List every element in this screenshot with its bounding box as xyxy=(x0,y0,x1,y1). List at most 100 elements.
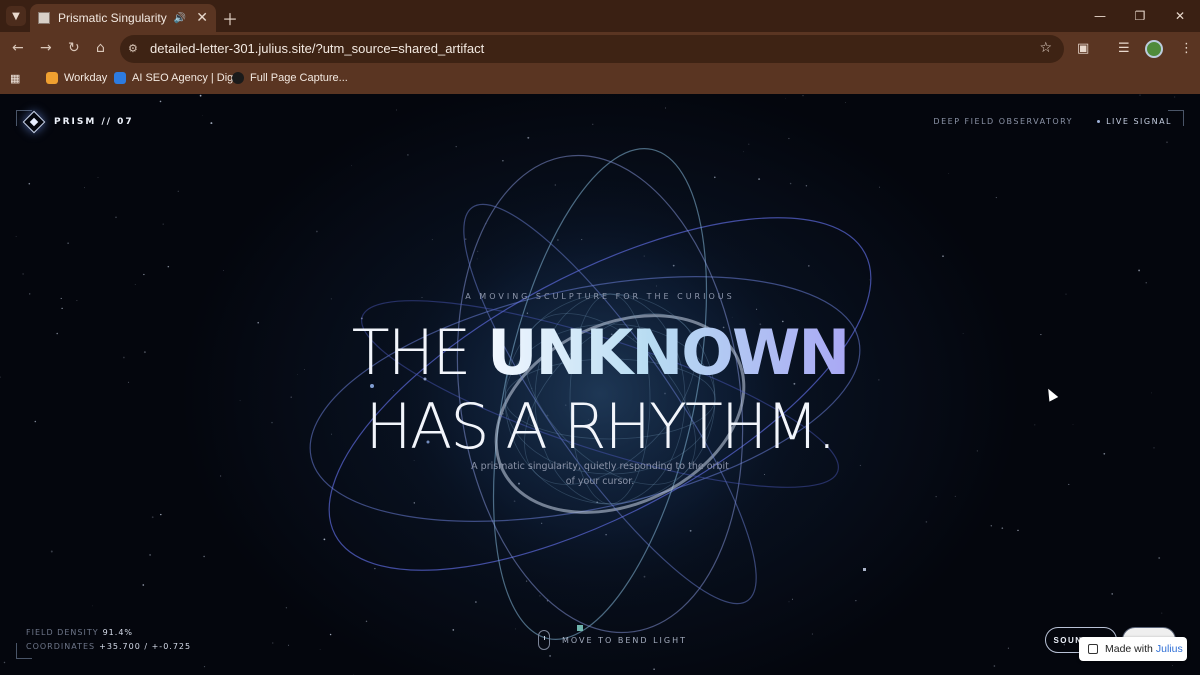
star xyxy=(1172,665,1173,666)
star xyxy=(758,178,761,181)
star xyxy=(714,176,716,179)
bookmark-ai-seo[interactable]: AI SEO Agency | Dig... xyxy=(114,72,242,84)
hero-subtitle: A prismatic singularity, quietly respond… xyxy=(471,461,729,487)
star xyxy=(223,270,224,271)
star xyxy=(942,255,944,257)
made-with-badge[interactable]: Made with Julius xyxy=(1079,637,1187,661)
made-with-text: Made with Julius xyxy=(1105,643,1183,655)
window-controls: — ❐ ✕ xyxy=(1080,0,1200,32)
star xyxy=(288,644,290,646)
headline-lead: THE xyxy=(351,316,472,389)
restore-icon[interactable]: ❐ xyxy=(1120,0,1160,32)
close-icon[interactable]: ✕ xyxy=(1160,0,1200,32)
star xyxy=(3,661,6,664)
brand-text: PRISM // 07 xyxy=(54,117,134,127)
media-icon[interactable]: ☰ xyxy=(1118,41,1130,56)
star xyxy=(549,654,552,657)
tab-favicon-icon xyxy=(38,12,50,24)
star xyxy=(592,123,594,125)
star xyxy=(159,100,162,103)
star xyxy=(203,665,206,668)
url-text[interactable]: detailed-letter-301.julius.site/?utm_sou… xyxy=(150,41,484,56)
star xyxy=(452,629,455,631)
star xyxy=(527,136,530,139)
menu-icon[interactable]: ⋮ xyxy=(1180,41,1193,56)
field-density-row: FIELD DENSITY 91.4% xyxy=(26,626,191,640)
star xyxy=(1161,612,1163,614)
star xyxy=(162,223,164,225)
star xyxy=(748,143,750,145)
back-icon[interactable]: ← xyxy=(12,40,24,56)
star xyxy=(789,182,792,185)
field-density-label: FIELD DENSITY xyxy=(26,628,99,637)
live-dot-icon xyxy=(1097,120,1101,123)
bookmark-full-page-capture[interactable]: Full Page Capture... xyxy=(232,72,348,84)
star xyxy=(993,665,996,667)
star xyxy=(869,279,871,281)
profile-avatar[interactable] xyxy=(1145,40,1163,58)
star xyxy=(455,145,457,148)
made-with-prefix: Made with xyxy=(1105,643,1153,655)
browser-tab[interactable]: Prismatic Singularity 🔊 ✕ xyxy=(30,4,216,32)
star xyxy=(859,464,861,466)
apps-icon[interactable]: ▦ xyxy=(10,72,20,85)
star xyxy=(272,642,274,644)
interaction-hint: MOVE TO BEND LIGHT xyxy=(538,630,687,650)
star xyxy=(134,284,136,285)
star xyxy=(84,187,85,189)
page-canvas[interactable]: PRISM // 07 DEEP FIELD OBSERVATORY LIVE … xyxy=(0,94,1200,675)
star xyxy=(199,94,202,97)
star xyxy=(990,525,992,527)
tab-menu-icon[interactable]: ▼ xyxy=(6,6,26,26)
star xyxy=(374,567,376,570)
minimize-icon[interactable]: — xyxy=(1080,0,1120,32)
extensions-icon[interactable]: ▣ xyxy=(1077,41,1089,56)
forward-icon[interactable]: → xyxy=(40,40,52,56)
coordinates-value: +35.700 / +-0.725 xyxy=(99,642,192,651)
star xyxy=(396,109,398,111)
star xyxy=(1174,96,1176,98)
field-density-value: 91.4% xyxy=(102,628,134,637)
star xyxy=(353,673,354,675)
plus-icon[interactable]: ＋ xyxy=(222,6,238,30)
star xyxy=(845,102,846,103)
close-icon[interactable]: ✕ xyxy=(196,10,208,26)
star xyxy=(855,600,857,602)
star xyxy=(15,236,17,237)
header-status: DEEP FIELD OBSERVATORY LIVE SIGNAL xyxy=(933,117,1172,126)
brand-logo[interactable]: PRISM // 07 xyxy=(22,110,134,134)
star xyxy=(1001,527,1004,529)
star xyxy=(1017,529,1019,532)
star xyxy=(1139,94,1141,96)
star xyxy=(151,516,154,519)
star-icon[interactable]: ☆ xyxy=(1039,40,1052,56)
coordinates-label: COORDINATES xyxy=(26,642,96,651)
address-bar[interactable]: ⚙ detailed-letter-301.julius.site/?utm_s… xyxy=(120,35,1064,63)
site-settings-icon[interactable]: ⚙ xyxy=(128,42,138,55)
star xyxy=(995,197,997,199)
home-icon[interactable]: ⌂ xyxy=(96,40,105,56)
bookmarks-bar: ▦ Workday AI SEO Agency | Dig... Full Pa… xyxy=(0,66,1200,94)
star xyxy=(143,273,145,276)
bookmark-label: Full Page Capture... xyxy=(250,72,348,84)
hero-headline: THE UNKNOWN HAS A RHYTHM. xyxy=(0,316,1200,464)
telemetry-readout: FIELD DENSITY 91.4% COORDINATES +35.700 / … xyxy=(26,626,191,654)
bookmark-workday[interactable]: Workday xyxy=(46,72,107,84)
browser-tab-bar: ▼ Prismatic Singularity 🔊 ✕ ＋ — ❐ ✕ xyxy=(0,0,1200,32)
star xyxy=(210,122,213,125)
star xyxy=(407,154,409,156)
star xyxy=(805,185,808,187)
star xyxy=(1138,269,1141,272)
star xyxy=(925,521,928,523)
star xyxy=(115,216,117,219)
tab-title: Prismatic Singularity xyxy=(58,11,167,25)
reload-icon[interactable]: ↻ xyxy=(68,40,80,56)
star xyxy=(61,307,63,310)
audio-icon[interactable]: 🔊 xyxy=(174,13,186,24)
star xyxy=(160,513,162,516)
floating-square xyxy=(863,568,866,571)
star xyxy=(97,177,99,178)
star xyxy=(316,230,318,233)
star xyxy=(203,555,205,558)
star xyxy=(67,242,69,244)
